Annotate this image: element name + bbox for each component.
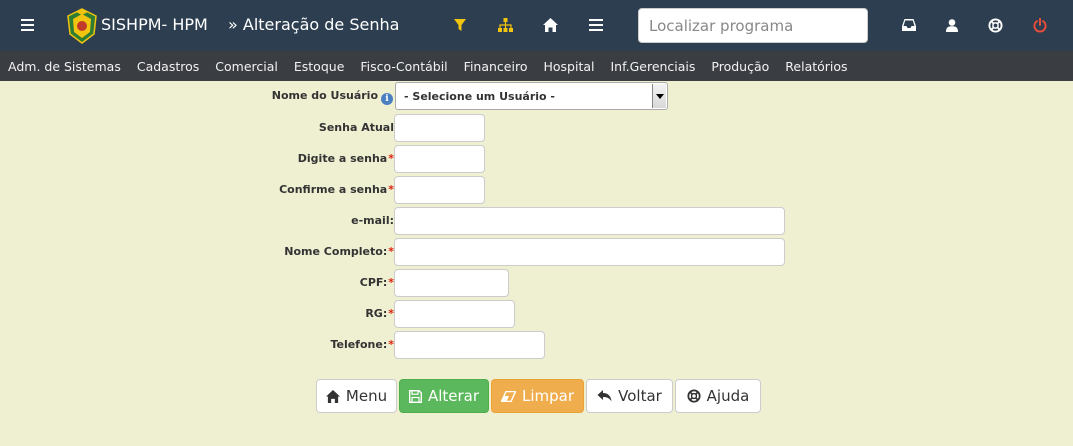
confirma-senha-row: Confirme a senha* (0, 176, 394, 204)
nova-senha-row: Digite a senha* (0, 145, 394, 173)
home-icon (325, 389, 340, 403)
usuario-row: Nome do Usuário i (0, 82, 393, 110)
menu-item-fisco-contabil[interactable]: Fisco-Contábil (360, 59, 447, 74)
page-title: » Alteração de Senha (228, 15, 400, 34)
telefone-label: Telefone:* (330, 338, 394, 351)
usuario-label: Nome do Usuário i (272, 89, 393, 105)
confirma-senha-label: Confirme a senha* (279, 183, 394, 196)
email-label: e-mail: (351, 214, 394, 227)
menu-button[interactable]: Menu (316, 379, 397, 413)
home-icon[interactable] (539, 14, 561, 36)
menu-item-financeiro[interactable]: Financeiro (464, 59, 528, 74)
senha-atual-input[interactable] (394, 114, 485, 142)
limpar-button[interactable]: Limpar (491, 379, 584, 413)
info-icon[interactable]: i (381, 93, 393, 105)
power-logout-icon[interactable] (1029, 14, 1051, 36)
rg-input[interactable] (394, 300, 515, 328)
alterar-button[interactable]: Alterar (399, 379, 489, 413)
menu-item-adm-sistemas[interactable]: Adm. de Sistemas (8, 59, 121, 74)
menu-item-comercial[interactable]: Comercial (215, 59, 278, 74)
sitemap-icon[interactable] (494, 14, 516, 36)
nome-completo-row: Nome Completo:* (0, 238, 394, 266)
menu-item-hospital[interactable]: Hospital (543, 59, 594, 74)
eraser-icon (500, 390, 516, 402)
save-floppy-icon (408, 389, 422, 403)
program-search-input[interactable] (638, 8, 868, 43)
filter-icon[interactable] (449, 14, 471, 36)
rg-row: RG:* (0, 300, 394, 328)
email-input[interactable] (394, 207, 785, 235)
brand-logo (66, 8, 98, 44)
telefone-row: Telefone:* (0, 331, 394, 359)
chevron-down-icon[interactable] (652, 84, 666, 108)
usuario-select-value: - Selecione um Usuário - (404, 90, 555, 103)
confirma-senha-input[interactable] (394, 176, 485, 204)
cpf-input[interactable] (394, 269, 509, 297)
nova-senha-label: Digite a senha* (297, 152, 394, 165)
senha-atual-row: Senha Atual (0, 114, 394, 142)
menu-item-relatorios[interactable]: Relatórios (785, 59, 847, 74)
app-title[interactable]: SISHPM- HPM (101, 15, 208, 34)
voltar-button[interactable]: Voltar (586, 379, 673, 413)
menu-item-cadastros[interactable]: Cadastros (137, 59, 199, 74)
senha-atual-label: Senha Atual (318, 121, 394, 134)
cpf-row: CPF:* (0, 269, 394, 297)
reply-arrow-icon (597, 390, 612, 402)
top-navbar: SISHPM- HPM » Alteração de Senha (0, 0, 1073, 51)
list-menu-icon[interactable] (585, 14, 607, 36)
email-row: e-mail: (0, 207, 394, 235)
menu-item-estoque[interactable]: Estoque (294, 59, 345, 74)
menu-item-producao[interactable]: Produção (711, 59, 769, 74)
help-lifebuoy-icon (687, 389, 701, 403)
nome-completo-label: Nome Completo:* (284, 245, 394, 258)
inbox-icon[interactable] (898, 14, 920, 36)
ajuda-button[interactable]: Ajuda (675, 379, 761, 413)
user-icon[interactable] (941, 14, 963, 36)
menu-item-inf-gerenciais[interactable]: Inf.Gerenciais (611, 59, 696, 74)
main-menu-bar: Adm. de Sistemas Cadastros Comercial Est… (0, 51, 1073, 81)
nome-completo-input[interactable] (394, 238, 785, 266)
cpf-label: CPF:* (359, 276, 394, 289)
help-lifebuoy-icon[interactable] (984, 14, 1006, 36)
nova-senha-input[interactable] (394, 145, 485, 173)
sidebar-toggle-icon[interactable] (14, 13, 40, 37)
usuario-select[interactable]: - Selecione um Usuário - (395, 82, 668, 110)
rg-label: RG:* (365, 307, 394, 320)
telefone-input[interactable] (394, 331, 545, 359)
